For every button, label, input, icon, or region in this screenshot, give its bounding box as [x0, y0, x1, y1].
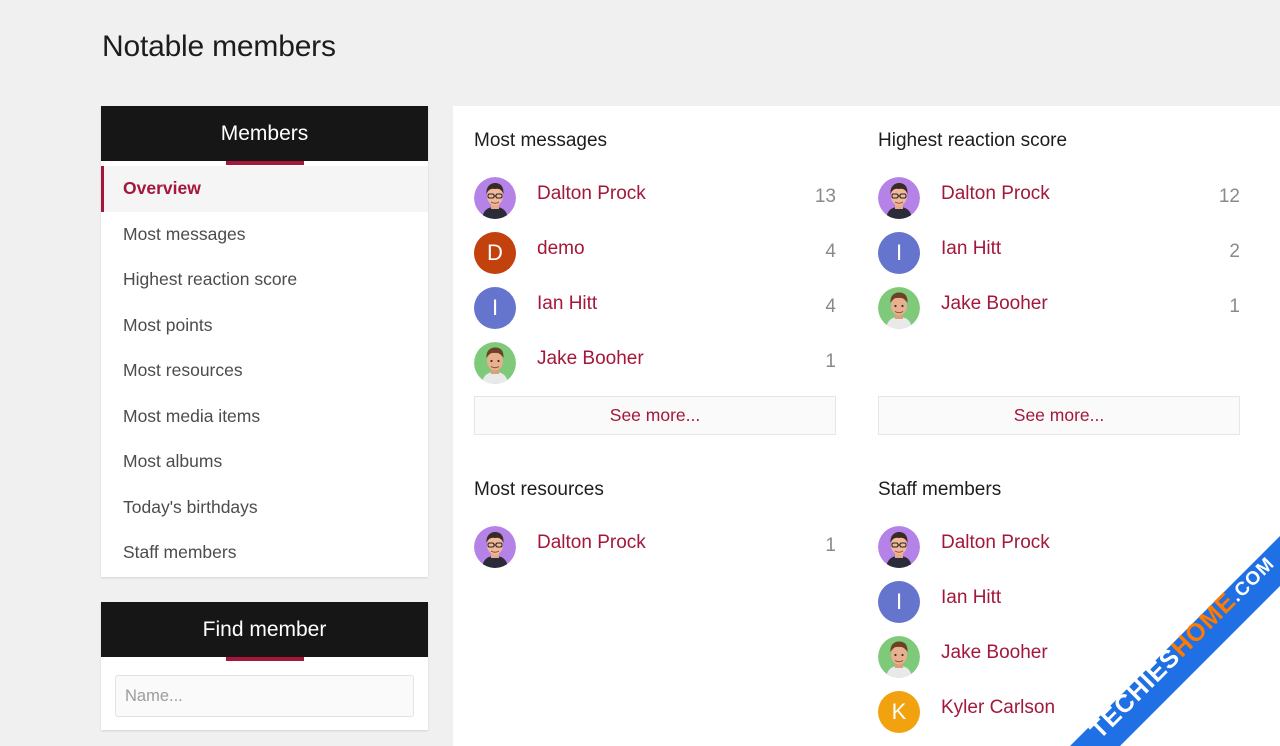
ian-hitt-letter-avatar[interactable]: I	[878, 232, 920, 274]
members-block-header: Members	[101, 106, 428, 165]
member-name-link[interactable]: Dalton Prock	[537, 532, 646, 554]
most-resources-section: Most resources Dalton Prock 1	[474, 475, 836, 581]
member-row: Dalton Prock	[878, 526, 1240, 581]
member-row: Jake Booher 1	[878, 287, 1240, 342]
member-row: I Ian Hitt 4	[474, 287, 836, 342]
member-name-link[interactable]: Dalton Prock	[537, 183, 646, 205]
nav-item-most-media-items[interactable]: Most media items	[101, 394, 428, 440]
member-row: I Ian Hitt	[878, 581, 1240, 636]
nav-item-most-resources[interactable]: Most resources	[101, 348, 428, 394]
see-more-reaction-button[interactable]: See more...	[878, 396, 1240, 435]
member-row: Dalton Prock 1	[474, 526, 836, 581]
most-messages-title: Most messages	[474, 130, 608, 151]
highest-reaction-title: Highest reaction score	[878, 130, 1068, 151]
ian-hitt-letter-avatar[interactable]: I	[474, 287, 516, 329]
member-row: Jake Booher 1	[474, 342, 836, 397]
nav-item-todays-birthdays[interactable]: Today's birthdays	[101, 485, 428, 531]
member-count: 13	[814, 186, 836, 207]
most-messages-section: Most messages Dalton Prock 13 D demo 4 I…	[474, 126, 836, 435]
nav-item-most-albums[interactable]: Most albums	[101, 439, 428, 485]
member-count: 1	[825, 351, 836, 372]
member-row: I Ian Hitt 2	[878, 232, 1240, 287]
nav-item-staff-members[interactable]: Staff members	[101, 530, 428, 576]
member-row: K Kyler Carlson	[878, 691, 1240, 746]
dalton-prock-avatar[interactable]	[474, 526, 516, 568]
nav-item-highest-reaction-score[interactable]: Highest reaction score	[101, 257, 428, 303]
jake-booher-avatar[interactable]	[878, 287, 920, 329]
nav-item-overview[interactable]: Overview	[101, 166, 428, 212]
dalton-prock-avatar[interactable]	[878, 526, 920, 568]
member-count: 4	[825, 296, 836, 317]
jake-booher-avatar[interactable]	[474, 342, 516, 384]
member-name-link[interactable]: Dalton Prock	[941, 532, 1050, 554]
member-name-link[interactable]: Jake Booher	[941, 642, 1048, 664]
member-count: 1	[1229, 296, 1240, 317]
members-nav-list: Overview Most messages Highest reaction …	[101, 161, 428, 576]
nav-item-most-messages[interactable]: Most messages	[101, 212, 428, 258]
member-name-link[interactable]: Dalton Prock	[941, 183, 1050, 205]
ian-hitt-letter-avatar[interactable]: I	[878, 581, 920, 623]
members-nav-block: Members Overview Most messages Highest r…	[101, 106, 428, 577]
notable-members-panel: Most messages Dalton Prock 13 D demo 4 I…	[453, 106, 1280, 746]
dalton-prock-avatar[interactable]	[878, 177, 920, 219]
member-name-link[interactable]: Ian Hitt	[941, 587, 1001, 609]
staff-members-title: Staff members	[878, 479, 1002, 500]
member-row: Dalton Prock 13	[474, 177, 836, 232]
member-name-link[interactable]: Ian Hitt	[941, 238, 1001, 260]
most-resources-title: Most resources	[474, 479, 604, 500]
find-member-header: Find member	[101, 602, 428, 661]
staff-members-section: Staff members Dalton Prock I Ian Hitt Ja…	[878, 475, 1240, 746]
demo-letter-avatar[interactable]: D	[474, 232, 516, 274]
jake-booher-avatar[interactable]	[878, 636, 920, 678]
find-member-input[interactable]	[115, 675, 414, 717]
highest-reaction-section: Highest reaction score Dalton Prock 12 I…	[878, 126, 1240, 435]
nav-item-most-points[interactable]: Most points	[101, 303, 428, 349]
member-count: 1	[825, 535, 836, 556]
member-row: Jake Booher	[878, 636, 1240, 691]
find-member-block: Find member	[101, 602, 428, 730]
member-row: Dalton Prock 12	[878, 177, 1240, 232]
member-name-link[interactable]: Jake Booher	[537, 348, 644, 370]
member-count: 4	[825, 241, 836, 262]
member-name-link[interactable]: demo	[537, 238, 585, 260]
member-name-link[interactable]: Ian Hitt	[537, 293, 597, 315]
member-row: D demo 4	[474, 232, 836, 287]
member-count: 2	[1229, 241, 1240, 262]
member-name-link[interactable]: Kyler Carlson	[941, 697, 1055, 719]
member-count: 12	[1218, 186, 1240, 207]
dalton-prock-avatar[interactable]	[474, 177, 516, 219]
page-title: Notable members	[102, 30, 336, 63]
member-name-link[interactable]: Jake Booher	[941, 293, 1048, 315]
kyler-carlson-letter-avatar[interactable]: K	[878, 691, 920, 733]
see-more-most-messages-button[interactable]: See more...	[474, 396, 836, 435]
